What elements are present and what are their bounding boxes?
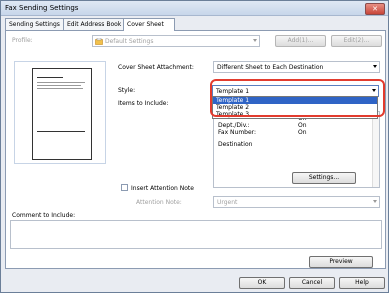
item-name: Dept./Div.: xyxy=(218,122,250,129)
edit-profile-button[interactable]: Edit(2)... xyxy=(331,35,382,47)
item-value: On xyxy=(298,122,307,129)
insert-attention-note-label: Insert Attention Note xyxy=(131,185,194,192)
cover-sheet-preview xyxy=(14,61,106,164)
list-scrollbar[interactable] xyxy=(372,112,379,187)
help-button[interactable]: Help xyxy=(339,277,385,289)
window-title: Fax Sending Settings xyxy=(5,4,79,12)
close-button[interactable]: ✕ xyxy=(365,3,385,15)
cover-sheet-attachment-select[interactable]: Different Sheet to Each Destination xyxy=(213,61,380,73)
fax-profile-icon xyxy=(95,38,103,45)
item-name: Fax Number: xyxy=(218,129,257,136)
items-to-include-label: Items to Include: xyxy=(118,100,169,107)
attention-note-select[interactable]: Urgent xyxy=(213,196,380,208)
profile-select[interactable]: Default Settings xyxy=(92,35,260,47)
title-bar: Fax Sending Settings ✕ xyxy=(1,1,388,16)
tab-edit-address-book[interactable]: Edit Address Book xyxy=(63,18,131,30)
fax-sending-settings-dialog: Fax Sending Settings ✕ Sending Settings … xyxy=(0,0,389,293)
item-section: Destination xyxy=(218,141,253,148)
style-label: Style: xyxy=(118,87,136,94)
preview-button[interactable]: Preview xyxy=(309,256,373,268)
comment-input[interactable] xyxy=(10,220,382,249)
item-value: On xyxy=(298,129,307,136)
cover-sheet-attachment-value: Different Sheet to Each Destination xyxy=(217,64,324,71)
style-highlight-callout xyxy=(210,79,385,117)
cover-sheet-attachment-label: Cover Sheet Attachment: xyxy=(118,64,194,71)
attention-note-value: Urgent xyxy=(217,199,238,206)
cancel-button[interactable]: Cancel xyxy=(289,277,335,289)
profile-value: Default Settings xyxy=(105,38,154,45)
attention-note-label: Attention Note: xyxy=(136,199,182,206)
insert-attention-note-checkbox[interactable] xyxy=(121,184,128,191)
ok-button[interactable]: OK xyxy=(239,277,285,289)
cover-sheet-page-thumbnail xyxy=(32,68,92,160)
settings-button[interactable]: Settings... xyxy=(292,172,356,184)
profile-label: Profile: xyxy=(12,37,33,44)
close-icon: ✕ xyxy=(372,5,378,13)
chevron-down-icon xyxy=(373,200,377,203)
chevron-down-icon xyxy=(253,39,257,42)
tab-sending-settings[interactable]: Sending Settings xyxy=(5,18,71,30)
cover-sheet-panel: Profile: Default Settings Add(1)... Edit… xyxy=(5,30,386,269)
tab-cover-sheet[interactable]: Cover Sheet xyxy=(123,18,175,31)
comment-to-include-label: Comment to Include: xyxy=(12,212,76,219)
add-profile-button[interactable]: Add(1)... xyxy=(275,35,326,47)
chevron-down-icon xyxy=(373,65,377,68)
